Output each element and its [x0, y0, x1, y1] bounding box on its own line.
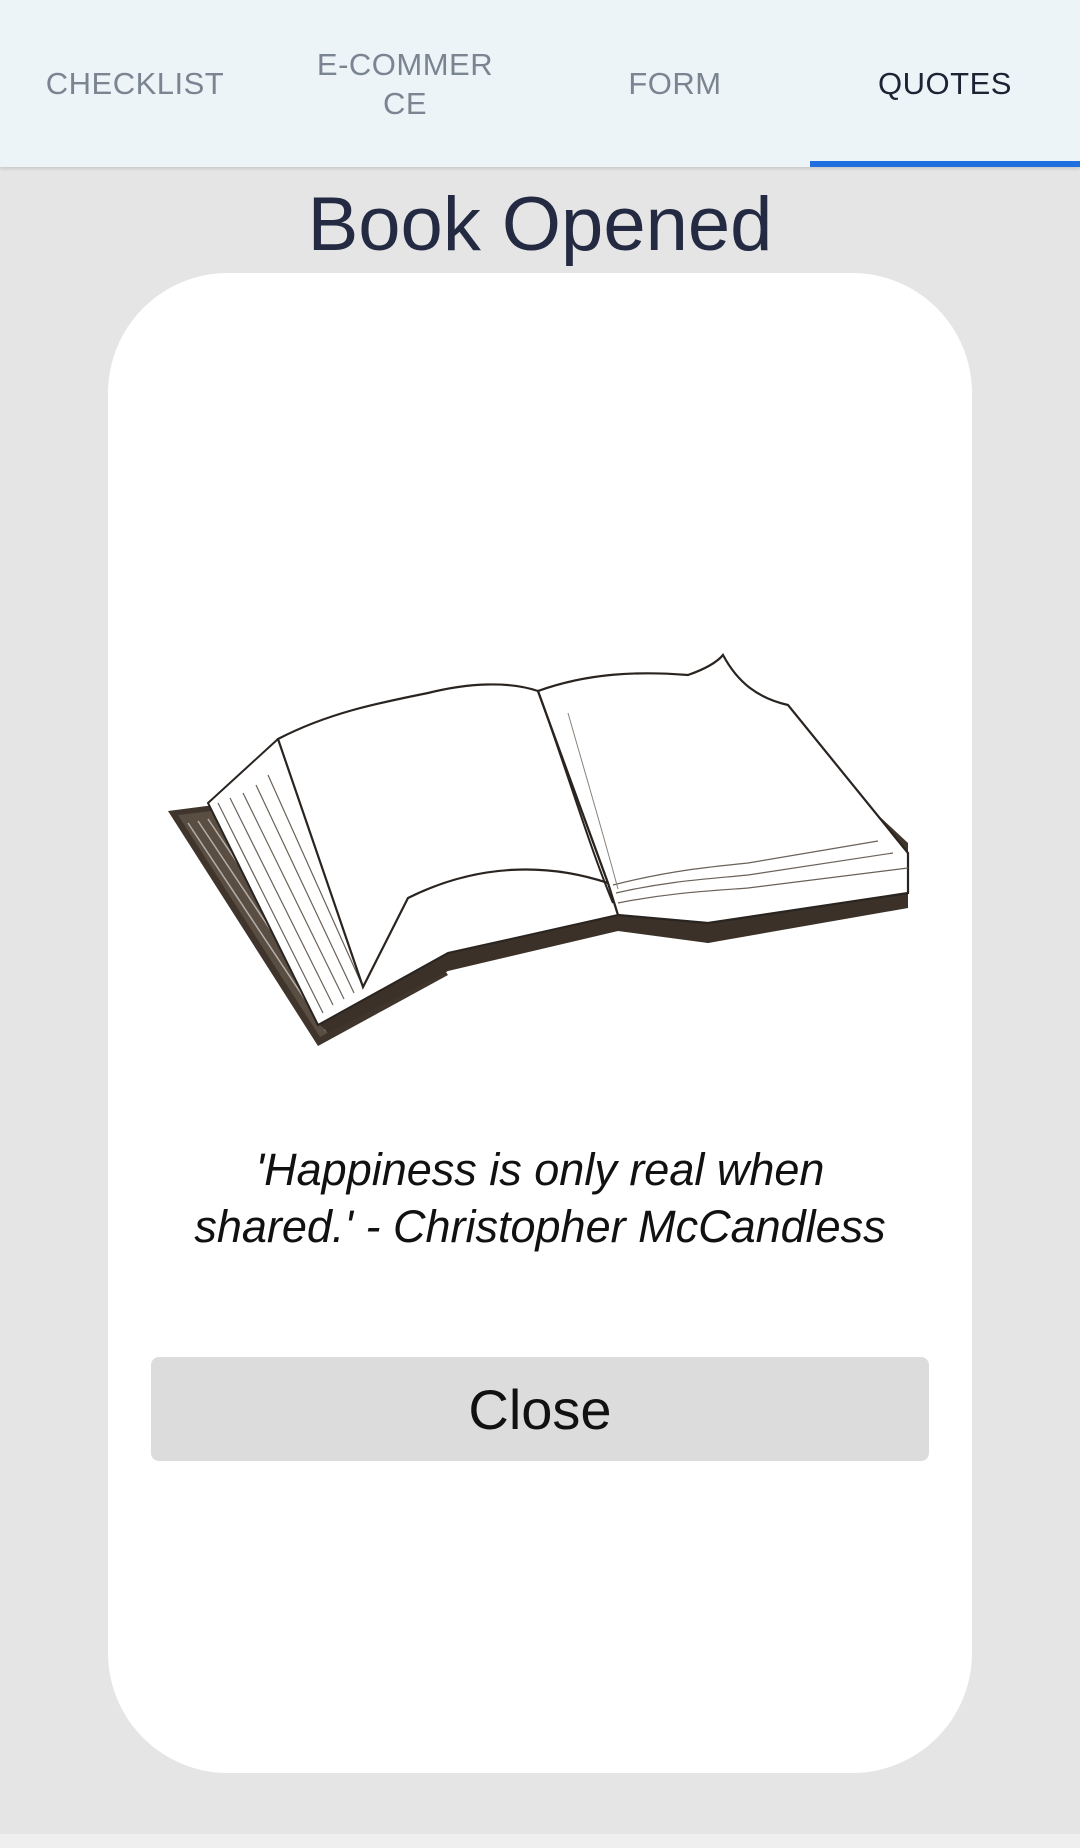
close-button[interactable]: Close [151, 1357, 929, 1461]
quote-card: 'Happiness is only real when shared.' - … [108, 273, 972, 1773]
tab-e-commerce-label: E-COMMERCE [316, 46, 494, 121]
tab-bar: CHECKLIST E-COMMERCE FORM QUOTES [0, 0, 1080, 167]
quote-text: 'Happiness is only real when shared.' - … [194, 1144, 886, 1252]
page-title: Book Opened [307, 182, 773, 267]
tab-e-commerce[interactable]: E-COMMERCE [270, 0, 540, 167]
open-book-image [168, 653, 910, 1046]
tab-checklist[interactable]: CHECKLIST [0, 0, 270, 167]
tab-quotes[interactable]: QUOTES [810, 0, 1080, 167]
bottom-edge [0, 1834, 1080, 1848]
tab-form[interactable]: FORM [540, 0, 810, 167]
tab-checklist-label: CHECKLIST [45, 66, 225, 101]
tab-quotes-label: QUOTES [878, 66, 1012, 101]
tab-form-label: FORM [628, 66, 722, 101]
